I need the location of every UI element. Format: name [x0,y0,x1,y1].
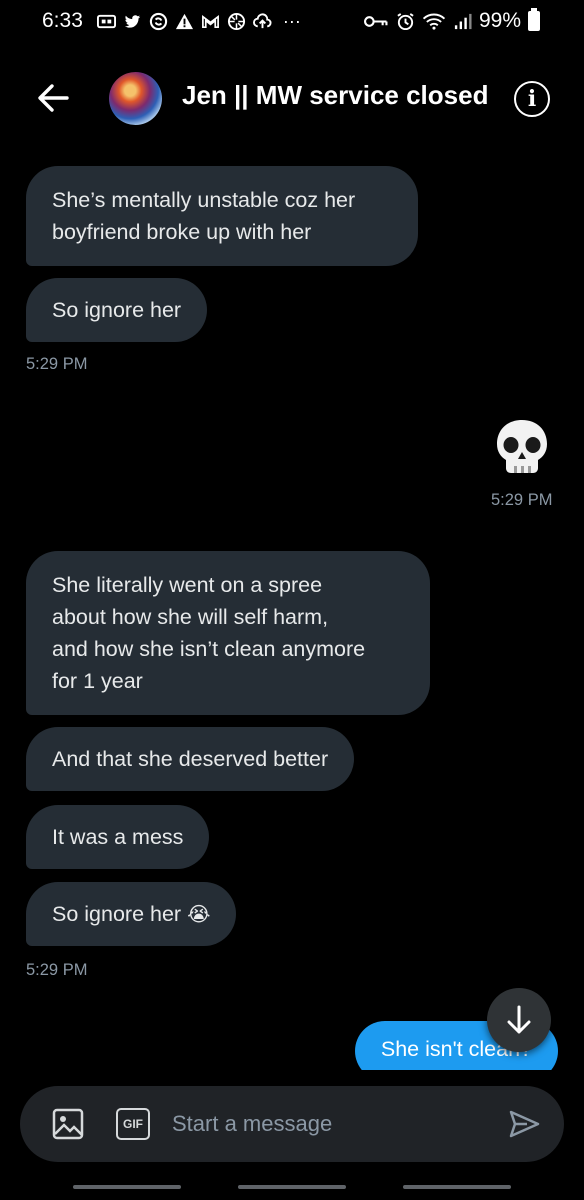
more-notifications-icon: ··· [282,10,301,31]
message-timestamp: 5:29 PM [26,961,88,979]
gif-button[interactable]: GIF [116,1108,150,1140]
message-bubble[interactable]: She’s mentally unstable coz her boyfrien… [26,166,418,266]
message-bubble[interactable]: So ignore her 😭 [26,882,237,946]
warning-icon [175,13,193,29]
message-text: It was a mess [52,825,184,849]
image-icon[interactable] [52,1108,84,1140]
message-bubble[interactable]: So ignore her [26,278,208,342]
link-icon [96,14,116,28]
arrow-left-icon[interactable] [36,82,70,114]
conversation-header: Jen || MW service closed i [0,64,584,132]
message-timestamp: 5:29 PM [26,355,88,373]
nav-home[interactable] [238,1185,346,1189]
aperture-icon [227,12,245,30]
message-text-line: for 1 year [52,669,143,693]
send-icon[interactable] [508,1108,540,1140]
message-bubble[interactable]: She literally went on a spree about how … [26,551,430,715]
skull-icon[interactable] [494,418,550,478]
message-text-line: and how she isn’t clean anymore [52,637,366,661]
message-input[interactable] [172,1104,482,1144]
message-composer: GIF [20,1086,564,1162]
message-text-line: She literally went on a spree [52,573,323,597]
system-icons: 99% [363,8,540,33]
gmail-icon [201,14,219,28]
sync-icon [149,12,168,30]
message-text-line: boyfriend broke up with her [52,220,312,244]
cloud-upload-icon [252,12,272,28]
message-text: So ignore her [52,298,182,322]
message-bubble[interactable]: It was a mess [26,805,210,869]
status-time: 6:33 [42,9,83,32]
vpn-key-icon [363,15,388,27]
nav-back[interactable] [403,1185,511,1189]
message-text: So ignore her [52,902,182,926]
message-text-line: about how she will self harm, [52,605,329,629]
message-text: And that she deserved better [52,747,329,771]
battery-percent: 99% [478,9,521,32]
signal-icon [454,13,472,29]
message-timestamp: 5:29 PM [491,491,553,509]
info-circle-icon[interactable]: i [514,81,550,117]
wifi-icon [422,13,446,30]
message-bubble[interactable]: And that she deserved better [26,727,355,791]
scroll-to-bottom-button[interactable] [487,988,551,1052]
avatar[interactable] [109,72,162,125]
message-text-line: She’s mentally unstable coz her [52,188,356,212]
loudly-crying-emoji: 😭 [187,902,211,926]
alarm-icon [397,12,414,30]
nav-recents[interactable] [73,1185,181,1189]
twitter-bird-icon [124,14,140,28]
battery-icon [528,8,540,31]
status-bar: 6:33 ··· 99% [0,0,584,42]
conversation-title[interactable]: Jen || MW service closed [182,80,488,111]
notification-icons: ··· [96,10,301,32]
arrow-down-icon [507,1005,531,1034]
